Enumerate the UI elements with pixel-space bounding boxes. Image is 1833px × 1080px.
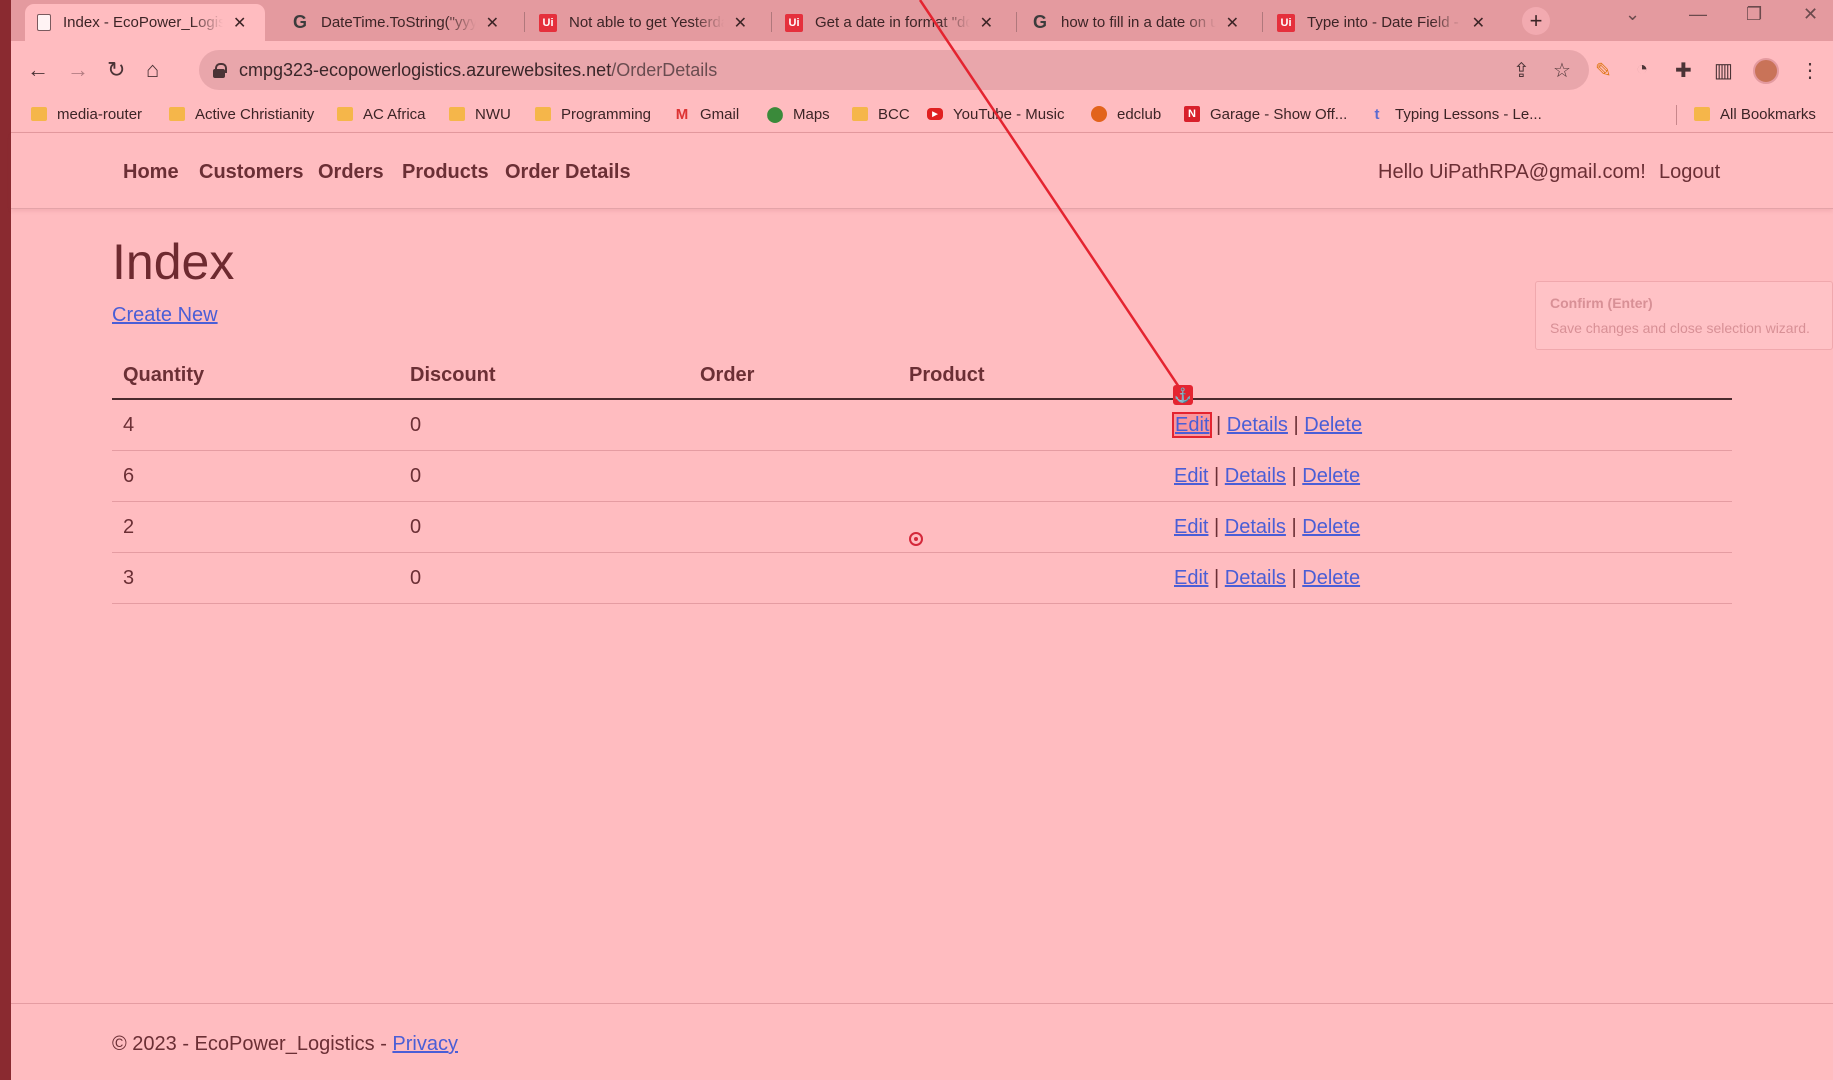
target-icon[interactable] <box>909 532 923 546</box>
footer-copyright: © 2023 - EcoPower_Logistics - <box>112 1033 393 1055</box>
anchor-icon[interactable]: ⚓ <box>1173 385 1193 405</box>
confirm-title: Confirm (Enter) <box>1550 295 1653 311</box>
footer: © 2023 - EcoPower_Logistics - Privacy <box>112 1033 458 1056</box>
confirm-tooltip[interactable]: Confirm (Enter) Save changes and close s… <box>1535 281 1833 350</box>
privacy-link[interactable]: Privacy <box>392 1033 458 1055</box>
confirm-description: Save changes and close selection wizard. <box>1550 320 1810 336</box>
footer-divider <box>11 1003 1833 1004</box>
